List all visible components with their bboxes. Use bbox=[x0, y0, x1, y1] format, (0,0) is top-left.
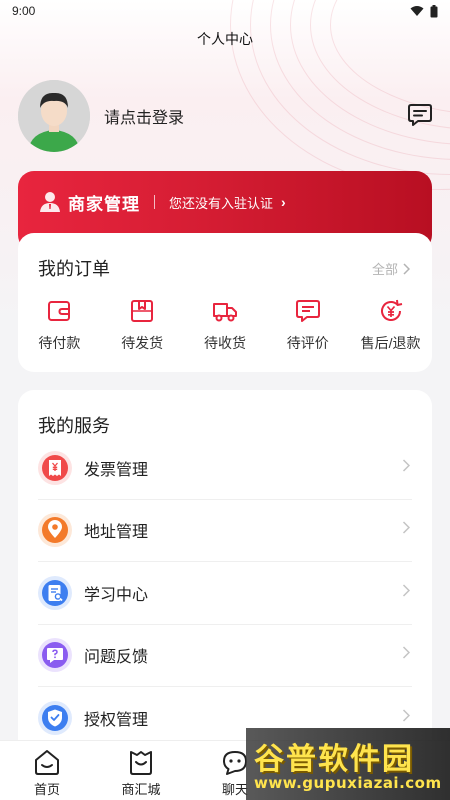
profile-section[interactable]: 请点击登录 bbox=[18, 80, 184, 152]
order-status-row: 待付款 待发货 待收货 待评价 售后/退款 bbox=[18, 298, 432, 353]
order-item-pending-shipment[interactable]: 待发货 bbox=[101, 298, 184, 353]
merchant-title: 商家管理 bbox=[68, 194, 140, 214]
service-label: 地址管理 bbox=[84, 524, 149, 542]
order-item-label: 待评价 bbox=[286, 335, 329, 351]
chevron-right-icon: › bbox=[281, 194, 286, 210]
service-item-invoice[interactable]: 发票管理 bbox=[38, 437, 412, 500]
wifi-icon bbox=[410, 6, 424, 16]
shield-icon bbox=[38, 701, 72, 736]
service-item-feedback[interactable]: 问题反馈 bbox=[38, 625, 412, 687]
message-icon bbox=[408, 104, 432, 126]
service-label: 学习中心 bbox=[84, 586, 149, 604]
shopping-bag-icon bbox=[130, 751, 152, 775]
battery-icon bbox=[430, 4, 438, 17]
service-label: 授权管理 bbox=[84, 712, 149, 730]
chevron-right-icon bbox=[402, 709, 411, 727]
merchant-subtitle: 您还没有入驻认证 bbox=[169, 195, 274, 211]
service-list: 发票管理 地址管理 学习中心 问题反馈 授权管理 bbox=[38, 437, 412, 750]
merchant-row: 商家管理 您还没有入驻认证 › bbox=[38, 190, 286, 214]
study-icon bbox=[38, 575, 72, 610]
wallet-icon bbox=[48, 301, 71, 321]
orders-all-link[interactable]: 全部 bbox=[372, 259, 410, 278]
invoice-icon bbox=[38, 450, 72, 485]
order-item-label: 售后/退款 bbox=[360, 335, 421, 351]
status-bar: 9:00 bbox=[0, 0, 450, 22]
page-title-bar: 个人中心 bbox=[0, 22, 450, 56]
service-item-study-center[interactable]: 学习中心 bbox=[38, 562, 412, 625]
home-icon bbox=[35, 750, 59, 775]
orders-title: 我的订单 bbox=[38, 259, 110, 279]
package-icon bbox=[131, 300, 154, 322]
watermark-url: www.gupuxiazai.com bbox=[254, 774, 442, 792]
order-item-pending-receipt[interactable]: 待收货 bbox=[184, 298, 267, 353]
tab-mall[interactable]: 商汇城 bbox=[94, 741, 188, 800]
feedback-icon bbox=[38, 638, 72, 673]
order-item-pending-review[interactable]: 待评价 bbox=[266, 298, 349, 353]
message-button[interactable] bbox=[406, 102, 434, 128]
status-time: 9:00 bbox=[12, 4, 36, 18]
chevron-right-icon bbox=[402, 584, 411, 602]
tab-label: 聊天 bbox=[221, 782, 248, 797]
service-label: 问题反馈 bbox=[84, 649, 149, 667]
service-label: 发票管理 bbox=[84, 461, 149, 479]
orders-card: 我的订单 全部 待付款 待发货 待收货 待评价 售后/退款 bbox=[18, 233, 432, 372]
services-title: 我的服务 bbox=[38, 416, 110, 436]
orders-all-label: 全部 bbox=[371, 262, 398, 277]
merchant-user-icon bbox=[40, 192, 60, 212]
merchant-divider bbox=[154, 195, 155, 209]
truck-icon bbox=[212, 303, 237, 322]
chevron-right-icon bbox=[402, 646, 411, 664]
default-avatar-icon bbox=[18, 80, 90, 152]
order-item-label: 待付款 bbox=[38, 335, 81, 351]
tab-label: 商汇城 bbox=[121, 782, 161, 797]
tab-home[interactable]: 首页 bbox=[0, 741, 94, 800]
order-item-pending-payment[interactable]: 待付款 bbox=[18, 298, 101, 353]
refund-icon bbox=[380, 299, 402, 321]
watermark-overlay: 谷普软件园 www.gupuxiazai.com bbox=[246, 728, 450, 800]
location-icon bbox=[38, 513, 72, 548]
tab-label: 首页 bbox=[33, 782, 60, 797]
status-icons bbox=[410, 4, 438, 18]
service-item-address[interactable]: 地址管理 bbox=[38, 500, 412, 562]
avatar[interactable] bbox=[18, 80, 90, 152]
chevron-right-icon bbox=[403, 262, 410, 275]
review-icon bbox=[295, 300, 320, 322]
order-item-after-sales[interactable]: 售后/退款 bbox=[349, 298, 432, 353]
order-item-label: 待收货 bbox=[203, 335, 246, 351]
chevron-right-icon bbox=[402, 459, 411, 477]
login-prompt[interactable]: 请点击登录 bbox=[104, 104, 184, 128]
page-title: 个人中心 bbox=[197, 31, 253, 47]
chevron-right-icon bbox=[402, 521, 411, 539]
order-item-label: 待发货 bbox=[121, 335, 164, 351]
watermark-title: 谷普软件园 bbox=[254, 742, 414, 777]
